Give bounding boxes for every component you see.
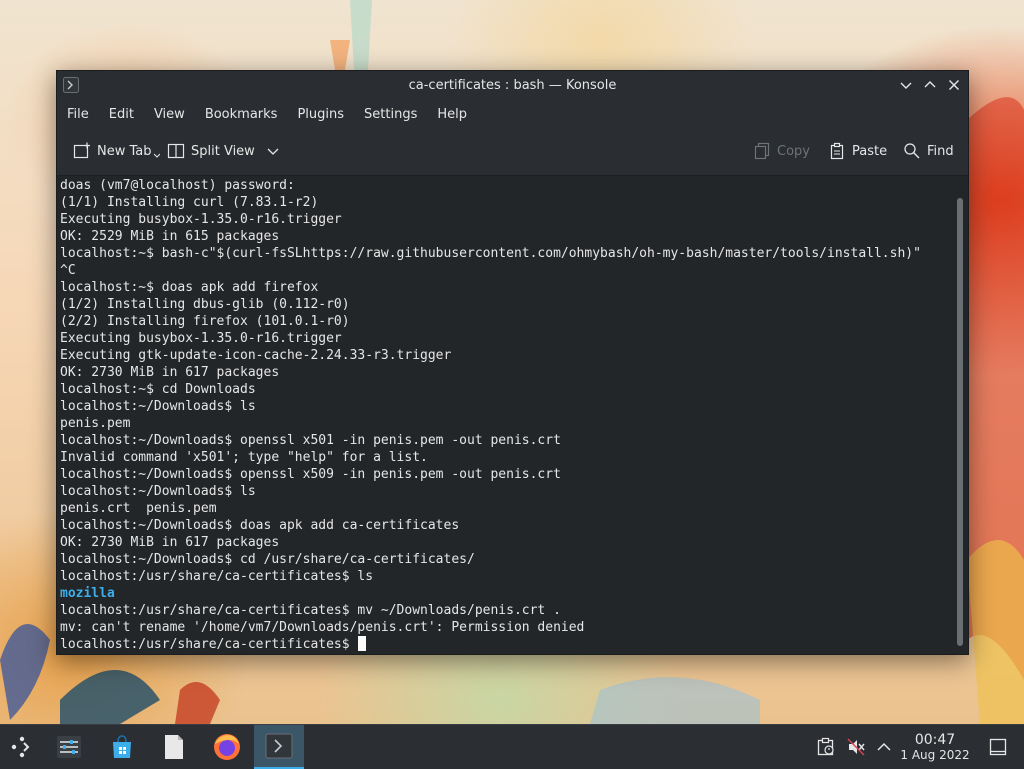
paste-button[interactable]: Paste [828, 142, 887, 160]
new-tab-label: New Tab [97, 143, 152, 159]
discover-store-icon [113, 735, 131, 758]
terminal-line: doas (vm7@localhost) password: [60, 178, 295, 193]
terminal-line: localhost:~$ bash-c"$(curl-fsSLhttps://r… [60, 246, 921, 261]
terminal-line: OK: 2730 MiB in 617 packages [60, 365, 280, 380]
terminal-view[interactable]: doas (vm7@localhost) password: (1/1) Ins… [57, 176, 954, 653]
terminal-line: mv: can't rename '/home/vm7/Downloads/pe… [60, 620, 585, 635]
settings-icon [57, 736, 81, 758]
terminal-prompt-line[interactable]: localhost:/usr/share/ca-certificates$ [60, 636, 367, 653]
file-manager-button[interactable] [152, 725, 196, 769]
konsole-app-icon [63, 77, 79, 93]
terminal-line: localhost:~/Downloads$ ls [60, 399, 256, 414]
terminal-line: localhost:/usr/share/ca-certificates$ ls [60, 569, 374, 584]
copy-button[interactable]: Copy [753, 142, 810, 160]
terminal-line: localhost:~$ cd Downloads [60, 382, 256, 397]
terminal-line-directory: mozilla [60, 586, 115, 601]
terminal-line: Executing busybox-1.35.0-r16.trigger [60, 331, 342, 346]
terminal-line: localhost:~/Downloads$ openssl x509 -in … [60, 467, 561, 482]
menu-edit[interactable]: Edit [109, 107, 134, 122]
taskbar: 00:47 1 Aug 2022 [0, 724, 1024, 769]
discover-store-button[interactable] [100, 725, 144, 769]
show-desktop-icon [989, 738, 1007, 756]
terminal-line: localhost:~/Downloads$ cd /usr/share/ca-… [60, 552, 475, 567]
terminal-prompt: localhost:/usr/share/ca-certificates$ [60, 637, 358, 652]
show-desktop-button[interactable] [978, 725, 1018, 769]
terminal-line: localhost:~/Downloads$ openssl x501 -in … [60, 433, 561, 448]
new-tab-button[interactable]: New Tab [73, 142, 166, 160]
terminal-line: localhost:~$ doas apk add firefox [60, 280, 319, 295]
split-view-button[interactable]: Split View [167, 142, 285, 160]
menu-plugins[interactable]: Plugins [297, 107, 344, 122]
volume-muted-icon [847, 738, 865, 756]
terminal-line: OK: 2529 MiB in 615 packages [60, 229, 280, 244]
terminal-line: Executing gtk-update-icon-cache-2.24.33-… [60, 348, 452, 363]
digital-clock[interactable]: 00:47 1 Aug 2022 [898, 732, 972, 762]
toolbar: New Tab Split View Copy Paste Find [57, 129, 968, 176]
konsole-taskbar-button[interactable] [254, 725, 304, 769]
menu-view[interactable]: View [154, 107, 185, 122]
terminal-line: localhost:~/Downloads$ ls [60, 484, 256, 499]
terminal-line: penis.crt penis.pem [60, 501, 217, 516]
dropdown-indicator-icon [153, 153, 160, 158]
split-view-label: Split View [191, 143, 255, 159]
menu-bar: File Edit View Bookmarks Plugins Setting… [57, 99, 968, 129]
maximize-button[interactable] [920, 75, 940, 95]
terminal-line: Invalid command 'x501'; type "help" for … [60, 450, 428, 465]
application-launcher-icon [11, 736, 30, 758]
terminal-line: (2/2) Installing firefox (101.0.1-r0) [60, 314, 350, 329]
terminal-line: (1/2) Installing dbus-glib (0.112-r0) [60, 297, 350, 312]
clipboard-icon [817, 737, 834, 756]
title-bar[interactable]: ca-certificates : bash — Konsole [57, 71, 968, 99]
firefox-button[interactable] [205, 725, 249, 769]
system-settings-button[interactable] [47, 725, 91, 769]
find-label: Find [927, 143, 954, 159]
menu-bookmarks[interactable]: Bookmarks [205, 107, 278, 122]
chevron-down-icon [900, 82, 912, 89]
terminal-line: ^C [60, 263, 76, 278]
close-icon [949, 80, 959, 90]
menu-help[interactable]: Help [437, 107, 467, 122]
terminal-line: (1/1) Installing curl (7.83.1-r2) [60, 195, 319, 210]
terminal-line: localhost:~/Downloads$ doas apk add ca-c… [60, 518, 460, 533]
menu-settings[interactable]: Settings [364, 107, 417, 122]
konsole-icon [265, 733, 293, 759]
firefox-icon [214, 734, 240, 760]
terminal-scrollbar[interactable] [954, 176, 968, 653]
copy-icon [754, 142, 770, 160]
konsole-window[interactable]: ca-certificates : bash — Konsole File Ed… [56, 70, 969, 655]
file-icon [165, 735, 183, 759]
application-launcher-button[interactable] [0, 725, 44, 769]
paste-label: Paste [852, 143, 888, 159]
new-tab-icon [73, 142, 90, 159]
search-icon [904, 143, 920, 159]
terminal-line: OK: 2730 MiB in 617 packages [60, 535, 280, 550]
find-button[interactable]: Find [903, 142, 954, 160]
terminal-line: penis.pem [60, 416, 131, 431]
clock-date: 1 Aug 2022 [900, 748, 970, 762]
terminal-line: localhost:/usr/share/ca-certificates$ mv… [60, 603, 561, 618]
scrollbar-thumb[interactable] [957, 198, 963, 646]
clock-time: 00:47 [914, 732, 956, 748]
window-title: ca-certificates : bash — Konsole [408, 77, 617, 93]
copy-label: Copy [777, 143, 810, 159]
split-view-icon [167, 143, 185, 159]
chevron-up-icon [924, 81, 936, 88]
minimize-button[interactable] [896, 75, 916, 95]
terminal-line: Executing busybox-1.35.0-r16.trigger [60, 212, 342, 227]
close-button[interactable] [944, 75, 964, 95]
menu-file[interactable]: File [67, 107, 89, 122]
chevron-up-icon [877, 742, 891, 751]
paste-icon [830, 142, 844, 160]
text-cursor [358, 636, 367, 651]
chevron-down-icon [267, 148, 279, 155]
